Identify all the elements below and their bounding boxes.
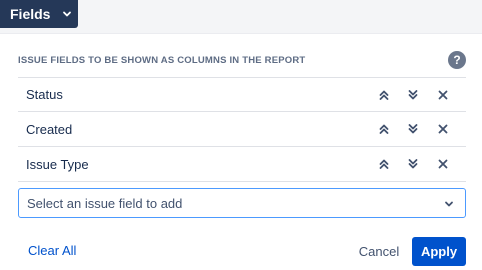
field-label: Issue Type bbox=[26, 156, 89, 172]
field-row-created: Created bbox=[18, 112, 466, 147]
field-row-status: Status bbox=[18, 77, 466, 112]
clear-all-link[interactable]: Clear All bbox=[28, 243, 76, 258]
apply-button[interactable]: Apply bbox=[412, 237, 466, 266]
add-field-select[interactable]: Select an issue field to add bbox=[18, 188, 466, 218]
chevron-down-icon bbox=[62, 9, 72, 19]
remove-icon[interactable] bbox=[435, 121, 451, 137]
field-label: Created bbox=[26, 121, 73, 137]
fields-panel: ISSUE FIELDS TO BE SHOWN AS COLUMNS IN T… bbox=[0, 34, 482, 270]
move-up-icon[interactable] bbox=[376, 87, 392, 103]
cancel-button[interactable]: Cancel bbox=[356, 237, 402, 265]
fields-dropdown-button[interactable]: Fields bbox=[0, 0, 78, 28]
section-heading: ISSUE FIELDS TO BE SHOWN AS COLUMNS IN T… bbox=[18, 55, 306, 66]
move-down-icon[interactable] bbox=[405, 156, 421, 172]
add-field-placeholder: Select an issue field to add bbox=[27, 195, 183, 211]
remove-icon[interactable] bbox=[435, 87, 451, 103]
move-down-icon[interactable] bbox=[405, 121, 421, 137]
move-down-icon[interactable] bbox=[405, 87, 421, 103]
move-up-icon[interactable] bbox=[376, 121, 392, 137]
chevron-down-icon bbox=[443, 198, 455, 210]
fields-button-label: Fields bbox=[10, 6, 51, 22]
field-list: Status Created Issue Type bbox=[18, 77, 466, 182]
help-icon[interactable]: ? bbox=[448, 51, 466, 69]
field-label: Status bbox=[26, 87, 63, 102]
remove-icon[interactable] bbox=[435, 156, 451, 172]
top-bar: Fields bbox=[0, 0, 482, 34]
move-up-icon[interactable] bbox=[376, 156, 392, 172]
field-row-issue-type: Issue Type bbox=[18, 147, 466, 182]
